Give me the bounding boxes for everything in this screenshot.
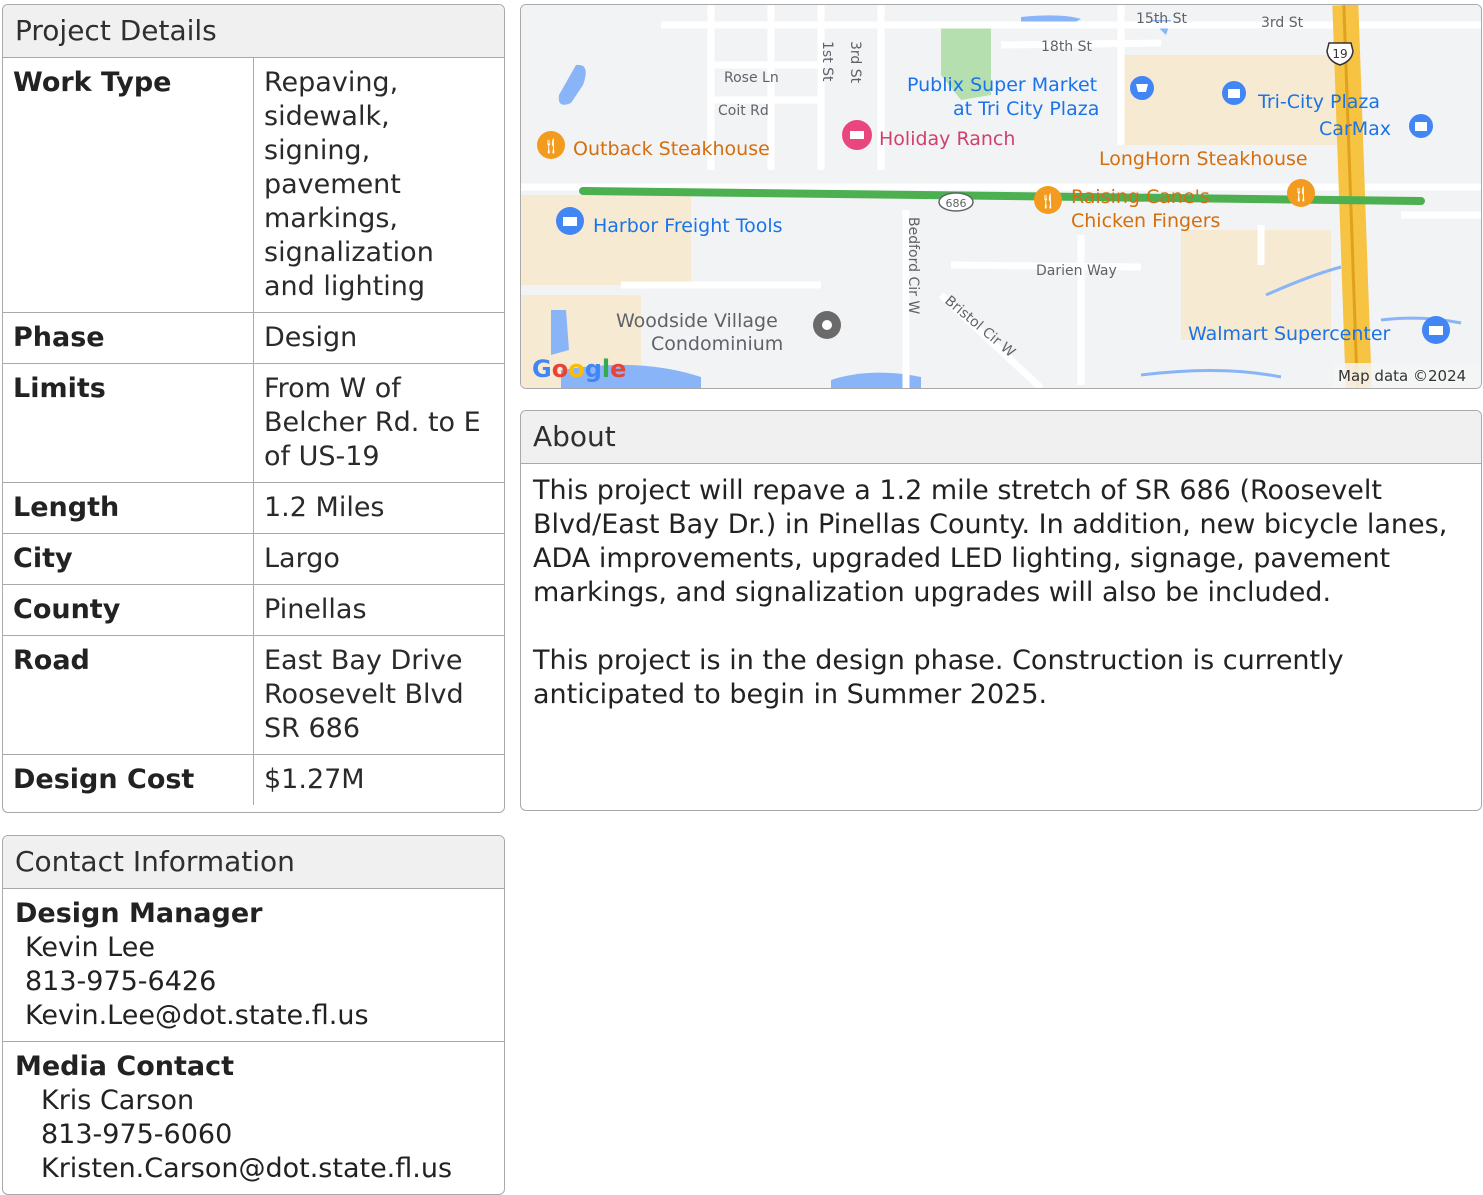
street-label: Rose Ln bbox=[724, 70, 779, 86]
table-row: Length 1.2 Miles bbox=[3, 482, 504, 534]
publix-label: at Tri City Plaza bbox=[953, 98, 1099, 120]
street-label: 3rd St bbox=[847, 41, 863, 84]
table-row: Phase Design bbox=[3, 312, 504, 364]
svg-text:🍴︎: 🍴︎ bbox=[1038, 192, 1057, 210]
contact-panel: Contact Information Design Manager Kevin… bbox=[2, 835, 505, 1195]
contact-phone[interactable]: 813-975-6426 bbox=[15, 965, 492, 999]
county-label: County bbox=[3, 584, 254, 636]
sr686-shield: 686 bbox=[938, 192, 974, 212]
svg-text:🍴︎: 🍴︎ bbox=[1291, 185, 1310, 203]
table-row: Work Type Repaving, sidewalk, signing, p… bbox=[3, 58, 504, 313]
limits-value: From W of Belcher Rd. to E of US-19 bbox=[253, 363, 504, 483]
svg-text:19: 19 bbox=[1332, 47, 1347, 61]
contact-email[interactable]: Kristen.Carson@dot.state.fl.us bbox=[15, 1152, 492, 1186]
contact-email[interactable]: Kevin.Lee@dot.state.fl.us bbox=[15, 999, 492, 1033]
street-label: Darien Way bbox=[1036, 263, 1117, 279]
street-label: 18th St bbox=[1041, 39, 1093, 55]
table-row: Road East Bay Drive Roosevelt Blvd SR 68… bbox=[3, 635, 504, 755]
road-label: Road bbox=[3, 635, 254, 755]
length-value: 1.2 Miles bbox=[253, 482, 504, 534]
length-label: Length bbox=[3, 482, 254, 534]
carmax-label: CarMax bbox=[1319, 118, 1391, 140]
map-canvas[interactable]: 15th St 3rd St 18th St 1st St 3rd St Ros… bbox=[521, 5, 1481, 388]
project-details-panel: Project Details Work Type Repaving, side… bbox=[2, 4, 505, 813]
table-row: Design Cost $1.27M bbox=[3, 754, 504, 805]
contact-title: Contact Information bbox=[3, 836, 504, 889]
design-manager-contact: Design Manager Kevin Lee 813-975-6426 Ke… bbox=[3, 889, 504, 1042]
street-label: 3rd St bbox=[1261, 15, 1304, 31]
design-cost-value: $1.27M bbox=[264, 764, 365, 795]
street-label: Bedford Cir W bbox=[905, 217, 921, 314]
media-contact: Media Contact Kris Carson 813-975-6060 K… bbox=[3, 1042, 504, 1194]
road-value: East Bay Drive Roosevelt Blvd SR 686 bbox=[253, 635, 504, 755]
contact-role: Design Manager bbox=[15, 898, 263, 929]
work-type-label: Work Type bbox=[3, 58, 254, 313]
contact-name: Kris Carson bbox=[41, 1085, 195, 1116]
walmart-label: Walmart Supercenter bbox=[1188, 323, 1391, 345]
woodside-village-label: Woodside Village bbox=[616, 310, 778, 332]
project-details-title: Project Details bbox=[3, 5, 504, 58]
design-cost-label: Design Cost bbox=[3, 754, 254, 805]
street-label: 15th St bbox=[1136, 11, 1188, 27]
table-row: Limits From W of Belcher Rd. to E of US-… bbox=[3, 363, 504, 483]
holiday-ranch-label: Holiday Ranch bbox=[879, 128, 1015, 150]
carmax-marker[interactable]: CarMax bbox=[1319, 114, 1433, 140]
harbor-freight-label: Harbor Freight Tools bbox=[593, 215, 783, 237]
svg-text:686: 686 bbox=[946, 197, 967, 210]
table-row: City Largo bbox=[3, 533, 504, 585]
raising-canes-label: Raising Cane's bbox=[1071, 186, 1210, 208]
about-panel: About This project will repave a 1.2 mil… bbox=[520, 410, 1482, 811]
about-paragraph: This project is in the design phase. Con… bbox=[533, 645, 1344, 710]
city-value: Largo bbox=[253, 533, 504, 585]
road-name: SR 686 bbox=[264, 713, 361, 744]
table-row: County Pinellas bbox=[3, 584, 504, 636]
street-label: Coit Rd bbox=[718, 103, 769, 119]
woodside-village-label: Condominium bbox=[651, 333, 783, 355]
city-label: City bbox=[3, 533, 254, 585]
limits-label: Limits bbox=[3, 363, 254, 483]
county-value: Pinellas bbox=[253, 584, 504, 636]
raising-canes-label: Chicken Fingers bbox=[1071, 210, 1220, 232]
phase-label: Phase bbox=[3, 312, 254, 364]
work-type-value: Repaving, sidewalk, signing, pavement ma… bbox=[253, 58, 504, 313]
svg-text:🍴︎: 🍴︎ bbox=[541, 137, 560, 155]
about-paragraph: This project will repave a 1.2 mile stre… bbox=[533, 475, 1448, 608]
outback-label: Outback Steakhouse bbox=[573, 138, 770, 160]
map-attribution: Map data ©2024 bbox=[1338, 367, 1466, 385]
phase-value: Design bbox=[253, 312, 504, 364]
google-logo: Google bbox=[532, 355, 626, 383]
road-name: East Bay Drive bbox=[264, 645, 463, 676]
contact-name: Kevin Lee bbox=[25, 932, 155, 963]
contact-phone[interactable]: 813-975-6060 bbox=[15, 1118, 492, 1152]
street-label: 1st St bbox=[819, 41, 835, 82]
longhorn-label: LongHorn Steakhouse bbox=[1099, 148, 1308, 170]
publix-label: Publix Super Market bbox=[907, 74, 1097, 96]
tri-city-plaza-label: Tri-City Plaza bbox=[1257, 91, 1380, 113]
project-map[interactable]: 15th St 3rd St 18th St 1st St 3rd St Ros… bbox=[520, 4, 1482, 389]
road-name: Roosevelt Blvd bbox=[264, 679, 464, 710]
about-body: This project will repave a 1.2 mile stre… bbox=[521, 464, 1481, 756]
project-details-table: Work Type Repaving, sidewalk, signing, p… bbox=[3, 58, 504, 805]
about-title: About bbox=[521, 411, 1481, 464]
contact-role: Media Contact bbox=[15, 1051, 235, 1082]
